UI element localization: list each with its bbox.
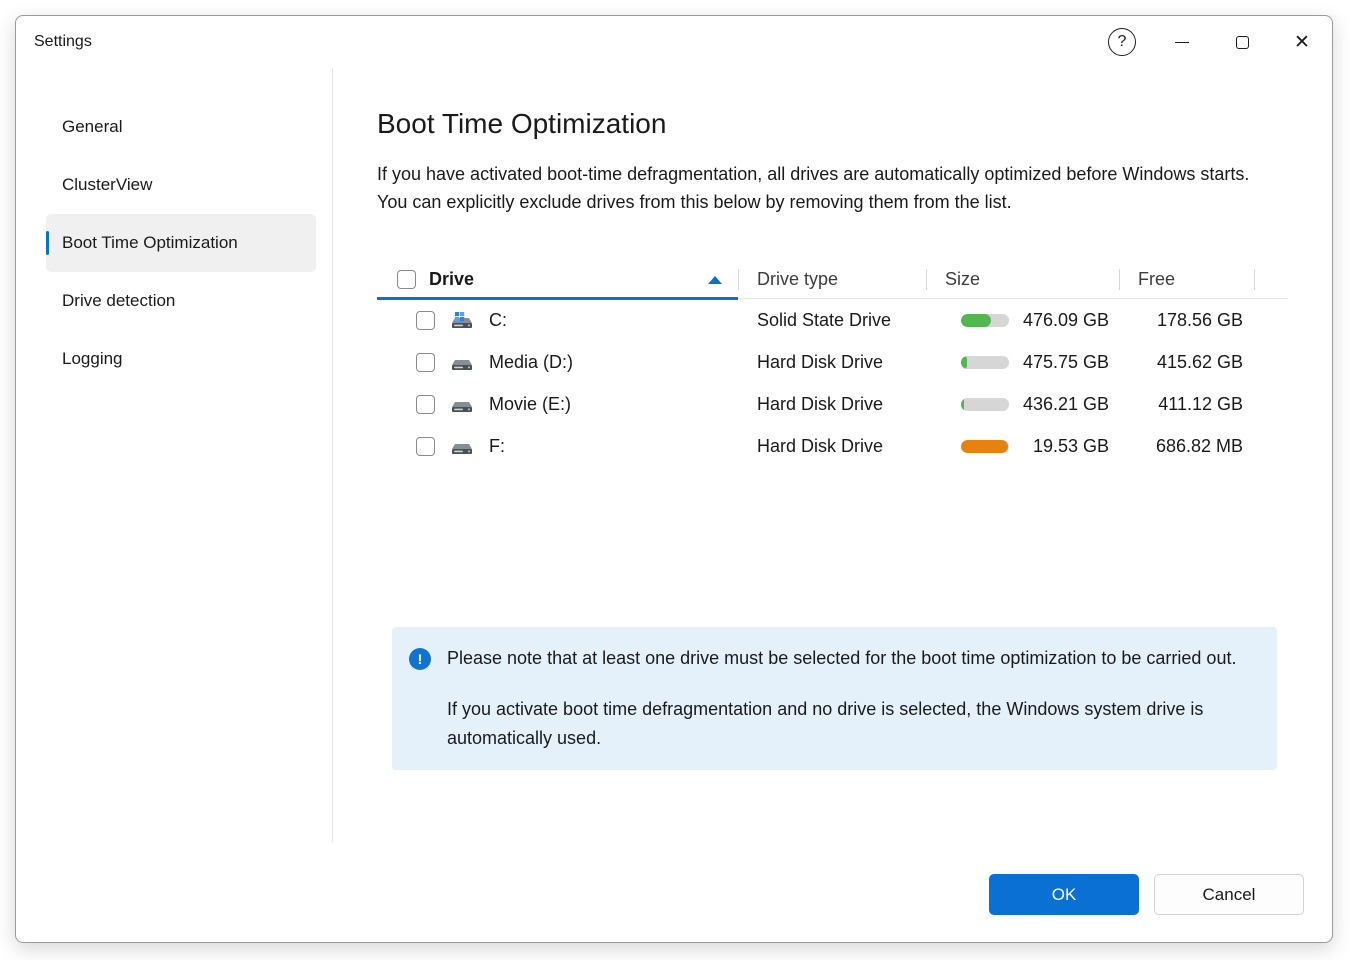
usage-bar (961, 440, 1009, 453)
hard-drive-icon (449, 395, 475, 413)
minimize-button[interactable] (1152, 20, 1212, 64)
sidebar-item-drive-detection[interactable]: Drive detection (46, 272, 316, 330)
drive-label: Media (D:) (489, 352, 573, 373)
maximize-icon (1236, 36, 1249, 49)
drive-checkbox[interactable] (416, 437, 435, 456)
maximize-button[interactable] (1212, 20, 1272, 64)
drive-checkbox[interactable] (416, 395, 435, 414)
drive-size: 19.53 GB (1033, 436, 1109, 457)
info-text: Please note that at least one drive must… (447, 644, 1237, 753)
usage-bar (961, 356, 1009, 369)
sidebar-item-label: Boot Time Optimization (62, 233, 238, 253)
window-title: Settings (34, 33, 92, 51)
drive-type: Hard Disk Drive (738, 394, 926, 415)
hard-drive-icon (449, 353, 475, 371)
cancel-button[interactable]: Cancel (1154, 874, 1304, 915)
usage-bar-fill (961, 398, 964, 411)
minimize-icon (1175, 42, 1189, 43)
column-header-free[interactable]: Free (1119, 261, 1254, 298)
ok-button[interactable]: OK (989, 874, 1139, 915)
sidebar-item-boot-time-optimization[interactable]: Boot Time Optimization (46, 214, 316, 272)
table-row[interactable]: C: Solid State Drive 476.09 GB 178.56 GB (377, 299, 1288, 341)
close-icon: ✕ (1294, 33, 1310, 52)
sidebar-item-label: Logging (62, 349, 123, 369)
help-icon: ? (1108, 28, 1136, 56)
sidebar-item-clusterview[interactable]: ClusterView (46, 156, 316, 214)
info-icon: ! (409, 648, 431, 670)
drive-free: 686.82 MB (1119, 436, 1254, 457)
drive-label: Movie (E:) (489, 394, 571, 415)
info-box: ! Please note that at least one drive mu… (392, 627, 1277, 770)
table-row[interactable]: F: Hard Disk Drive 19.53 GB 686.82 MB (377, 425, 1288, 467)
window-body: General ClusterView Boot Time Optimizati… (16, 68, 1332, 942)
drive-free: 178.56 GB (1119, 310, 1254, 331)
sidebar-divider (332, 68, 333, 842)
column-header-label: Drive (429, 269, 474, 290)
info-paragraph: If you activate boot time defragmentatio… (447, 695, 1237, 753)
sidebar-item-label: General (62, 117, 122, 137)
hard-drive-icon (449, 437, 475, 455)
settings-window: Settings ? ✕ General ClusterView (15, 15, 1333, 943)
drive-checkbox[interactable] (416, 353, 435, 372)
column-header-size[interactable]: Size (926, 261, 1119, 298)
dialog-footer: OK Cancel (989, 874, 1304, 915)
drive-size: 476.09 GB (1023, 310, 1109, 331)
drive-size: 475.75 GB (1023, 352, 1109, 373)
titlebar: Settings ? ✕ (16, 16, 1332, 68)
select-all-checkbox[interactable] (397, 270, 416, 289)
sidebar: General ClusterView Boot Time Optimizati… (16, 68, 332, 942)
page-title: Boot Time Optimization (377, 108, 1332, 140)
column-header-drive[interactable]: Drive (377, 261, 738, 298)
drive-type: Hard Disk Drive (738, 436, 926, 457)
sidebar-item-logging[interactable]: Logging (46, 330, 316, 388)
close-button[interactable]: ✕ (1272, 20, 1332, 64)
table-row[interactable]: Movie (E:) Hard Disk Drive 436.21 GB 411… (377, 383, 1288, 425)
drive-label: C: (489, 310, 507, 331)
info-paragraph: Please note that at least one drive must… (447, 644, 1237, 673)
help-button[interactable]: ? (1092, 20, 1152, 64)
usage-bar-fill (961, 314, 991, 327)
system-drive-icon (449, 311, 475, 329)
content-area: Boot Time Optimization If you have activ… (332, 68, 1332, 942)
page-description: If you have activated boot-time defragme… (377, 160, 1257, 216)
drive-type: Hard Disk Drive (738, 352, 926, 373)
table-header: Drive Drive type Size Free (377, 261, 1288, 299)
usage-bar-fill (961, 356, 967, 369)
usage-bar-fill (961, 440, 1008, 453)
drive-free: 411.12 GB (1119, 394, 1254, 415)
window-controls: ? ✕ (1092, 16, 1332, 68)
drive-table: Drive Drive type Size Free (377, 261, 1288, 467)
column-header-spacer (1254, 261, 1288, 298)
selected-indicator (46, 231, 49, 255)
sidebar-item-label: Drive detection (62, 291, 175, 311)
usage-bar (961, 314, 1009, 327)
column-header-drive-type[interactable]: Drive type (738, 261, 926, 298)
drive-type: Solid State Drive (738, 310, 926, 331)
sort-ascending-icon (708, 276, 722, 284)
drive-checkbox[interactable] (416, 311, 435, 330)
drive-label: F: (489, 436, 505, 457)
usage-bar (961, 398, 1009, 411)
sidebar-item-general[interactable]: General (46, 98, 316, 156)
drive-free: 415.62 GB (1119, 352, 1254, 373)
drive-size: 436.21 GB (1023, 394, 1109, 415)
sidebar-item-label: ClusterView (62, 175, 152, 195)
table-row[interactable]: Media (D:) Hard Disk Drive 475.75 GB 415… (377, 341, 1288, 383)
